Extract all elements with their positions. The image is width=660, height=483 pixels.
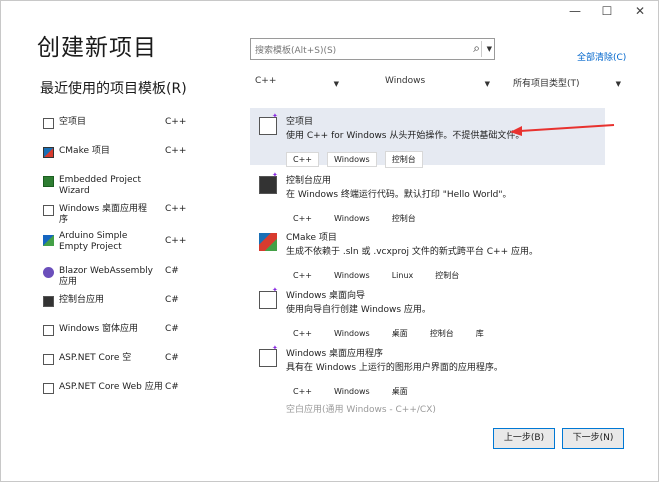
tag: Windows: [327, 152, 377, 167]
recent-item-label: Embedded Project Wizard: [59, 175, 142, 196]
sparkle-icon: ✦: [272, 286, 278, 294]
tag: 桌面: [384, 383, 415, 400]
language-filter-value: C++: [255, 76, 277, 86]
template-description: 使用向导自行创建 Windows 应用。: [286, 305, 431, 315]
recent-item[interactable]: Windows 桌面应用程序 C++: [38, 201, 188, 225]
template-tags: C++ Windows 控制台: [286, 147, 431, 168]
tag: C++: [286, 268, 319, 283]
recent-item[interactable]: CMake 项目 C++: [38, 143, 188, 165]
chevron-down-icon: ▼: [484, 80, 490, 88]
recent-templates-heading: 最近使用的项目模板(R): [40, 81, 187, 97]
template-item-cmake[interactable]: CMake 项目 生成不依赖于 .sln 或 .vcxproj 文件的新式跨平台…: [250, 224, 605, 284]
cmake-icon: [259, 233, 277, 251]
recent-item[interactable]: ASP.NET Core 空 C#: [38, 350, 188, 372]
recent-item-lang: C++: [165, 146, 187, 156]
recent-item-lang: C#: [165, 266, 179, 276]
recent-item-label: 空项目: [59, 117, 87, 127]
tag: Linux: [384, 268, 421, 283]
recent-item-lang: C++: [165, 204, 187, 214]
recent-item[interactable]: Embedded Project Wizard: [38, 172, 188, 196]
minimize-button[interactable]: —: [565, 4, 585, 18]
template-name: Windows 桌面向导: [286, 291, 366, 301]
template-name: Windows 桌面应用程序: [286, 349, 384, 359]
recent-item-lang: C++: [165, 236, 187, 246]
red-arrow-annotation: [510, 124, 615, 136]
template-name: CMake 项目: [286, 233, 337, 243]
recent-item-label: Arduino Simple Empty Project: [59, 231, 128, 252]
search-divider: [481, 41, 482, 57]
template-list: ✦ 空项目 使用 C++ for Windows 从头开始操作。不提供基础文件。…: [250, 108, 605, 414]
recent-item-label: Blazor WebAssembly 应用: [59, 266, 153, 287]
tag: C++: [286, 326, 319, 341]
arduino-icon: [43, 235, 54, 246]
recent-item[interactable]: 控制台应用 C#: [38, 292, 188, 314]
back-button[interactable]: 上一步(B): [493, 428, 555, 449]
recent-item[interactable]: Windows 窗体应用 C#: [38, 321, 188, 343]
winforms-icon: [43, 325, 54, 336]
recent-item[interactable]: 空项目 C++: [38, 114, 188, 136]
recent-item[interactable]: Arduino Simple Empty Project C++: [38, 228, 188, 256]
platform-filter-value: Windows: [385, 76, 426, 86]
aspnet-web-icon: [43, 383, 54, 394]
chevron-down-icon: ▼: [615, 80, 621, 88]
tag: Windows: [327, 326, 377, 341]
template-description: 在 Windows 终端运行代码。默认打印 "Hello World"。: [286, 190, 512, 200]
template-item-console-app[interactable]: ✦ 控制台应用 在 Windows 终端运行代码。默认打印 "Hello Wor…: [250, 167, 605, 227]
tag: C++: [286, 384, 319, 399]
template-item-desktop-app[interactable]: ✦ Windows 桌面应用程序 具有在 Windows 上运行的图形用户界面的…: [250, 340, 605, 400]
sparkle-icon: ✦: [272, 112, 278, 120]
template-item-blank-uwp[interactable]: 空白应用(通用 Windows - C++/CX): [286, 402, 436, 414]
recent-item-label: Windows 桌面应用程序: [59, 204, 148, 225]
template-name: 控制台应用: [286, 176, 332, 186]
recent-item-lang: C#: [165, 295, 179, 305]
template-tags: C++ Windows 桌面: [286, 379, 423, 400]
template-description: 具有在 Windows 上运行的图形用户界面的应用程序。: [286, 363, 503, 373]
sparkle-icon: ✦: [272, 171, 278, 179]
recent-item-label: CMake 项目: [59, 146, 110, 156]
template-name: 空项目: [286, 117, 314, 127]
search-box[interactable]: 搜索模板(Alt+S)(S) ⌕ ▼: [250, 38, 495, 60]
project-type-filter[interactable]: 所有项目类型(T) ▼: [513, 76, 621, 96]
language-filter[interactable]: C++ ▼: [255, 76, 339, 96]
template-tags: C++ Windows 桌面 控制台库: [286, 321, 499, 342]
search-icon[interactable]: ⌕: [473, 41, 480, 56]
recent-item-lang: C++: [165, 117, 187, 127]
search-input[interactable]: 搜索模板(Alt+S)(S): [255, 43, 336, 56]
next-button[interactable]: 下一步(N): [562, 428, 624, 449]
chevron-down-icon[interactable]: ▼: [487, 45, 492, 53]
recent-item[interactable]: ASP.NET Core Web 应用 C#: [38, 379, 188, 401]
recent-item-lang: C#: [165, 353, 179, 363]
template-description: 生成不依赖于 .sln 或 .vcxproj 文件的新式跨平台 C++ 应用。: [286, 247, 538, 257]
sparkle-icon: ✦: [272, 344, 278, 352]
recent-item-label: ASP.NET Core 空: [59, 353, 132, 363]
tag: Windows: [327, 268, 377, 283]
template-item-empty-project[interactable]: ✦ 空项目 使用 C++ for Windows 从头开始操作。不提供基础文件。…: [250, 108, 605, 168]
recent-item-label: ASP.NET Core Web 应用: [59, 382, 163, 392]
blazor-icon: [43, 267, 54, 278]
tag: Windows: [327, 384, 377, 399]
close-button[interactable]: ✕: [630, 4, 650, 18]
chevron-down-icon: ▼: [333, 80, 339, 88]
recent-item-label: Windows 窗体应用: [59, 324, 139, 334]
template-tags: C++ Windows Linux 控制台: [286, 263, 474, 284]
recent-item[interactable]: Blazor WebAssembly 应用 C#: [38, 263, 188, 287]
embedded-wizard-icon: [43, 176, 54, 187]
empty-project-icon: [43, 118, 54, 129]
template-item-desktop-wizard[interactable]: ✦ Windows 桌面向导 使用向导自行创建 Windows 应用。 C++ W…: [250, 282, 605, 342]
recent-item-label: 控制台应用: [59, 295, 105, 305]
page-title: 创建新项目: [37, 35, 157, 61]
project-type-filter-value: 所有项目类型(T): [513, 79, 580, 89]
tag: C++: [286, 152, 319, 167]
platform-filter[interactable]: Windows ▼: [357, 76, 490, 96]
aspnet-empty-icon: [43, 354, 54, 365]
recent-item-lang: C#: [165, 324, 179, 334]
desktop-app-icon: [43, 205, 54, 216]
clear-all-link[interactable]: 全部清除(C): [577, 50, 626, 63]
maximize-button[interactable]: ☐: [597, 4, 617, 18]
console-icon: [43, 296, 54, 307]
tag: 控制台: [384, 151, 423, 168]
recent-item-lang: C#: [165, 382, 179, 392]
cmake-icon: [43, 147, 54, 158]
